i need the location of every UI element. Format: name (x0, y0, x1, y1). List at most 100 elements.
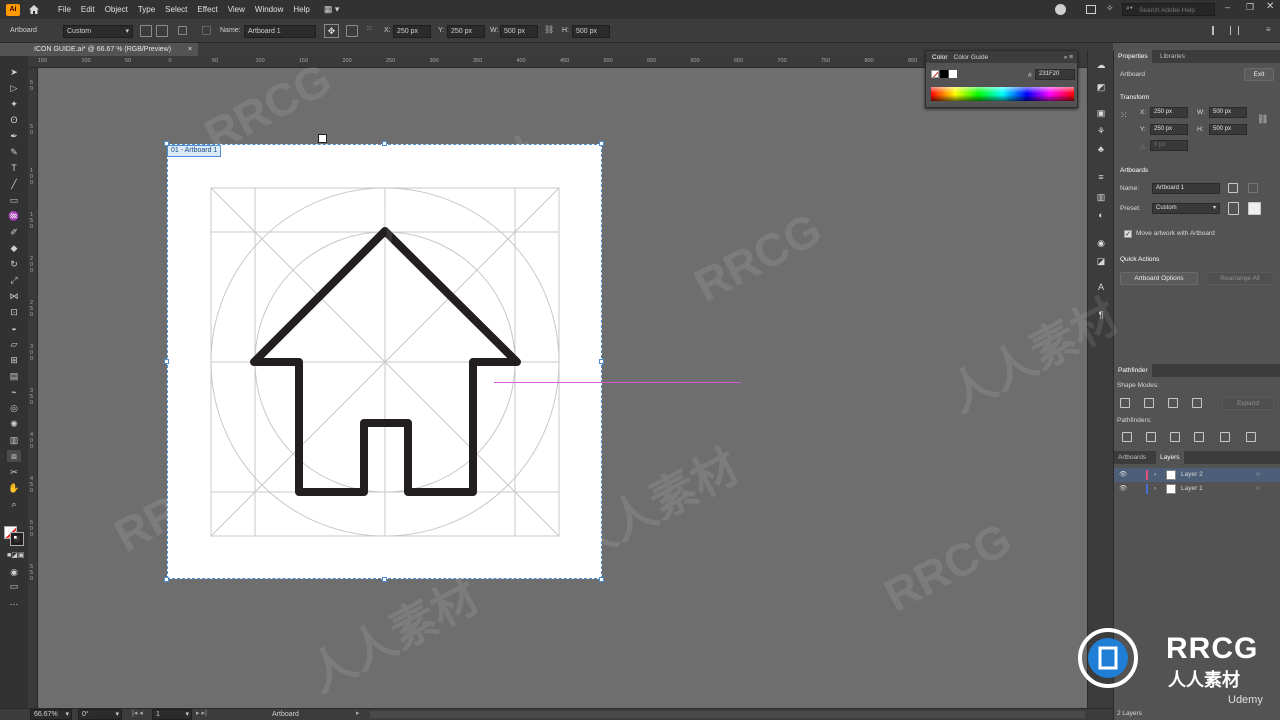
handle-bottom-left[interactable] (164, 577, 169, 582)
scale-tool-icon[interactable]: ⤢ (7, 274, 21, 286)
minimize-button[interactable]: – (1225, 2, 1230, 12)
stroke-icon[interactable]: ≡ (1095, 172, 1107, 182)
artboard-name-input[interactable]: Artboard 1 (1152, 183, 1220, 194)
transform-x-field[interactable]: 250 px (1150, 107, 1188, 118)
move-artwork-icon[interactable]: ✥ (324, 24, 339, 38)
handle-middle-right[interactable] (599, 359, 604, 364)
draw-mode-icon[interactable]: ◉ (7, 566, 21, 578)
white-swatch[interactable] (949, 70, 957, 78)
layer-name[interactable]: Layer 1 (1181, 482, 1203, 496)
puppet-icon[interactable]: ⚘ (1095, 126, 1107, 136)
eyedropper-tool-icon[interactable]: ⌁ (7, 386, 21, 398)
menu-file[interactable]: File (58, 5, 71, 14)
mesh-tool-icon[interactable]: ⊞ (7, 354, 21, 366)
delete-artboard-icon[interactable] (1248, 183, 1258, 193)
color-mode-icon[interactable]: ■◪▣ (7, 550, 24, 562)
align-left-icon[interactable] (1212, 26, 1221, 35)
collapse-icon[interactable]: » ≡ (1064, 54, 1073, 61)
portrait-orientation-icon[interactable] (1228, 202, 1239, 215)
new-artboard-icon[interactable] (1228, 183, 1238, 193)
search-input[interactable] (1139, 5, 1213, 15)
document-tab[interactable]: ICON GUIDE.ai* @ 66.67 % (RGB/Preview) × (28, 43, 198, 56)
selection-tool-icon[interactable]: ➤ (7, 66, 21, 78)
tab-libraries[interactable]: Libraries (1156, 50, 1189, 63)
link-icon[interactable]: ⛓ (544, 25, 554, 34)
minus-front-icon[interactable] (1144, 398, 1154, 408)
align-center-icon[interactable] (1230, 26, 1239, 35)
layer-row[interactable]: 👁 › Layer 2 ○ (1114, 468, 1280, 482)
workspace-switcher-icon[interactable]: ▦ ▾ (324, 4, 340, 15)
transparency-icon[interactable]: ◐ (1095, 210, 1107, 220)
new-artboard-icon[interactable] (178, 26, 187, 35)
zoom-field[interactable]: 66.67% ▾ (30, 709, 72, 720)
symbol-sprayer-tool-icon[interactable]: ✺ (7, 418, 21, 430)
exclude-icon[interactable] (1192, 398, 1202, 408)
portrait-icon[interactable] (140, 25, 152, 37)
eraser-tool-icon[interactable]: ◆ (7, 242, 21, 254)
constrain-proportions-icon[interactable]: ⛓ (1257, 114, 1268, 125)
pen-tool-icon[interactable]: ✒ (7, 130, 21, 142)
paintbrush-tool-icon[interactable]: ♒ (7, 210, 21, 222)
gradient-tool-icon[interactable]: ▤ (7, 370, 21, 382)
slice-tool-icon[interactable]: ✂ (7, 466, 21, 478)
expand-chevron-icon[interactable]: › (1154, 482, 1156, 496)
move-artwork-checkbox[interactable]: ✓ (1124, 230, 1132, 238)
intersect-icon[interactable] (1168, 398, 1178, 408)
handle-top-right[interactable] (599, 141, 604, 146)
shaper-tool-icon[interactable]: ✐ (7, 226, 21, 238)
lasso-tool-icon[interactable]: ʘ (7, 114, 21, 126)
preset-dropdown[interactable]: Custom ▾ (63, 25, 133, 38)
handle-top-left[interactable] (164, 141, 169, 146)
character-icon[interactable]: A (1095, 282, 1107, 292)
outline-icon[interactable] (1220, 432, 1230, 442)
lightbulb-icon[interactable]: ✧ (1106, 3, 1114, 14)
trim-icon[interactable] (1146, 432, 1156, 442)
appearance-icon[interactable]: ◉ (1095, 238, 1107, 248)
tab-properties[interactable]: Properties (1114, 50, 1152, 63)
rectangle-tool-icon[interactable]: ▭ (7, 194, 21, 206)
x-field[interactable]: 250 px (393, 25, 431, 38)
tab-artboards[interactable]: Artboards (1114, 451, 1150, 464)
zoom-tool-icon[interactable]: ⌕ (7, 498, 21, 510)
rearrange-all-button[interactable]: Rearrange All (1206, 272, 1274, 285)
angle-field[interactable]: 0 px (1150, 140, 1188, 151)
screen-mode-icon[interactable]: ▭ (7, 580, 21, 592)
delete-artboard-icon[interactable] (202, 26, 211, 35)
color-spectrum[interactable] (931, 87, 1074, 101)
artboard-name-field[interactable]: Artboard 1 (244, 25, 316, 38)
artboard-options-icon[interactable] (346, 25, 358, 37)
reference-point-icon[interactable]: ⁙ (1120, 110, 1128, 121)
width-field[interactable]: 500 px (500, 25, 538, 38)
menu-help[interactable]: Help (293, 5, 309, 14)
prev-artboard-button[interactable]: |◂ ◂ (132, 709, 143, 717)
panel-menu-icon[interactable]: ≡ (1266, 25, 1271, 34)
expand-chevron-icon[interactable]: › (1154, 468, 1156, 482)
handle-bottom-center[interactable] (382, 577, 387, 582)
divide-icon[interactable] (1122, 432, 1132, 442)
target-icon[interactable]: ○ (1256, 482, 1260, 496)
menu-object[interactable]: Object (105, 5, 128, 14)
exit-button[interactable]: Exit (1244, 68, 1274, 81)
shape-builder-tool-icon[interactable]: ◒ (7, 322, 21, 334)
height-field[interactable]: 500 px (572, 25, 610, 38)
layer-row[interactable]: 👁 › Layer 1 ○ (1114, 482, 1280, 496)
hex-field[interactable]: 231F20 (1035, 69, 1075, 80)
type-tool-icon[interactable]: T (7, 162, 21, 174)
more-tools-icon[interactable]: ⋯ (7, 598, 21, 610)
menu-select[interactable]: Select (165, 5, 187, 14)
rotate-tool-icon[interactable]: ↻ (7, 258, 21, 270)
menu-effect[interactable]: Effect (197, 5, 217, 14)
free-transform-tool-icon[interactable]: ⊡ (7, 306, 21, 318)
tab-color-guide[interactable]: Color Guide (954, 54, 989, 61)
black-swatch[interactable] (940, 70, 948, 78)
artboard-tool-icon[interactable]: ⧈ (7, 450, 21, 462)
image-trace-icon[interactable]: ◩ (1095, 82, 1107, 92)
minus-back-icon[interactable] (1246, 432, 1256, 442)
layer-name[interactable]: Layer 2 (1181, 468, 1203, 482)
asset-export-icon[interactable]: ▣ (1095, 108, 1107, 118)
column-graph-tool-icon[interactable]: ▥ (7, 434, 21, 446)
preset-select[interactable]: Custom ▾ (1152, 203, 1220, 214)
symbols-icon[interactable]: ♣ (1095, 144, 1107, 154)
artboard[interactable] (167, 144, 602, 579)
transform-w-field[interactable]: 500 px (1209, 107, 1247, 118)
